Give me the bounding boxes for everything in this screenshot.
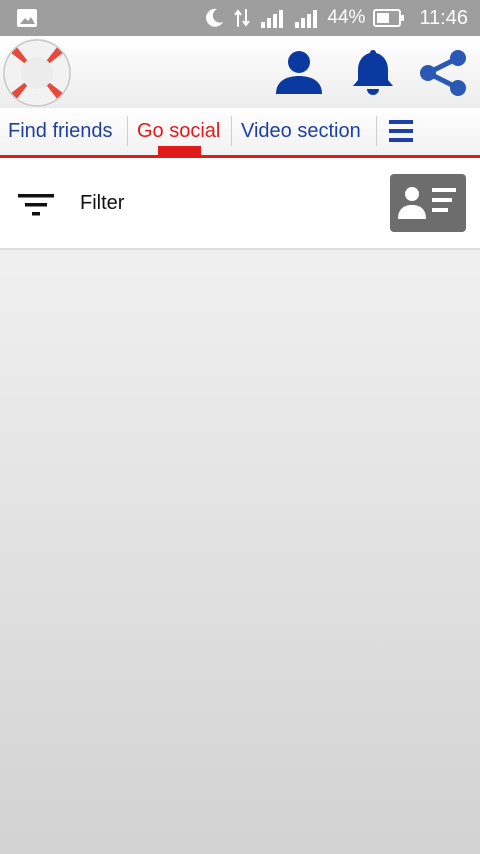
status-bar: 44% 11:46 — [0, 0, 480, 36]
user-icon[interactable] — [272, 46, 326, 100]
share-icon[interactable] — [416, 46, 470, 100]
clock: 11:46 — [419, 6, 468, 29]
battery-percent: 44% — [327, 7, 366, 28]
menu-icon[interactable] — [388, 118, 414, 144]
signal-icon — [261, 10, 284, 28]
filter-bar: Filter — [0, 158, 480, 250]
tab-bar: Find friends Go social Video section — [0, 108, 480, 158]
tab-video-section[interactable]: Video section — [241, 108, 361, 155]
moon-icon — [206, 8, 224, 27]
tab-find-friends[interactable]: Find friends — [8, 108, 113, 155]
tab-divider — [376, 116, 377, 146]
tab-divider — [231, 116, 232, 146]
battery-icon — [373, 9, 405, 27]
status-indicators: 44% 11:46 — [203, 0, 468, 36]
bell-icon[interactable] — [346, 46, 400, 100]
contact-card-button[interactable] — [390, 174, 466, 232]
content-area — [0, 250, 480, 854]
data-arrows-icon — [234, 9, 251, 27]
tab-divider — [127, 116, 128, 146]
lifebuoy-logo-icon[interactable] — [2, 38, 72, 108]
filter-icon[interactable] — [18, 192, 54, 218]
contact-card-icon — [398, 187, 456, 219]
signal-icon — [295, 10, 318, 28]
filter-label[interactable]: Filter — [80, 192, 124, 215]
gallery-icon — [17, 9, 37, 27]
app-header — [0, 36, 480, 108]
active-tab-indicator — [158, 146, 201, 155]
